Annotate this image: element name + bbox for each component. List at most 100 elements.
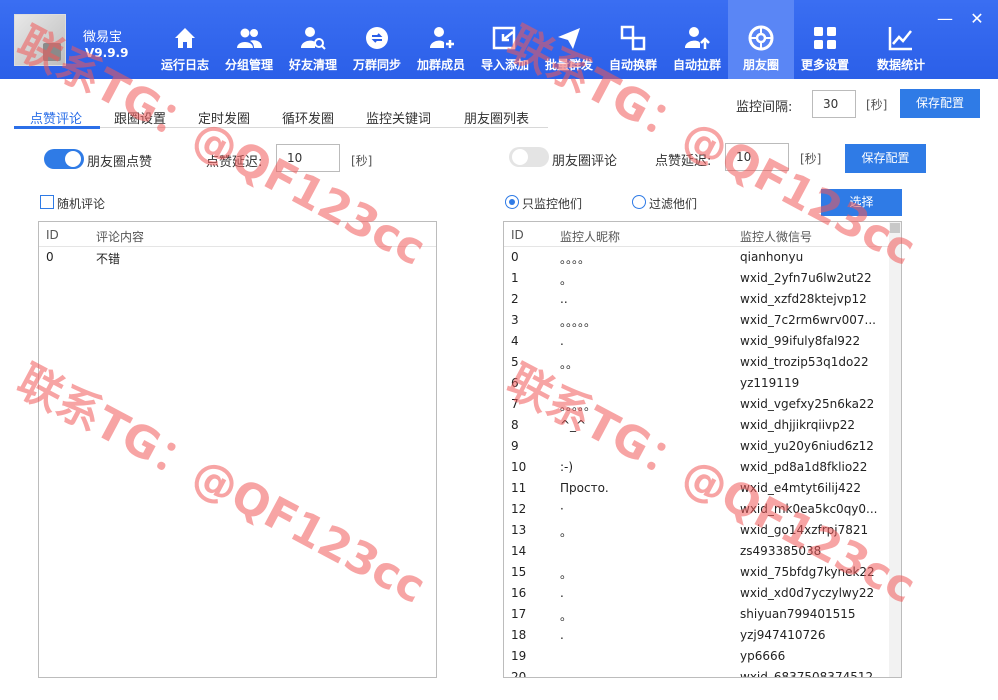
cell-id: 14 <box>511 544 527 558</box>
cell-wechat-id: wxid_dhjjikrqiivp22 <box>740 418 856 432</box>
cell-nickname: . <box>560 334 564 348</box>
tab-moments-list[interactable]: 朋友圈列表 <box>464 108 529 127</box>
like-toggle-label: 朋友圈点赞 <box>87 155 153 170</box>
random-comment-checkbox[interactable] <box>40 195 54 209</box>
nav-group-sync[interactable]: 万群同步 <box>344 0 410 79</box>
cell-nickname: 。 <box>560 567 573 581</box>
cell-wechat-id: wxid_vgefxy25n6ka22 <box>740 397 875 411</box>
cell-id: 16 <box>511 586 527 600</box>
cell-wechat-id: yp6666 <box>740 649 786 663</box>
table-row[interactable]: 14 zs493385038 <box>504 541 889 562</box>
app-logo <box>14 14 66 66</box>
nav-auto-switch-group[interactable]: 自动换群 <box>600 0 666 79</box>
toggle-knob <box>512 149 528 165</box>
table-row[interactable]: 3 。。。。。 wxid_7c2rm6wrv007... <box>504 310 889 331</box>
monitor-interval-input[interactable] <box>812 90 856 118</box>
cell-nickname: 。。。。。 <box>560 399 597 413</box>
cell-id: 0 <box>46 250 54 264</box>
tab-follow-moments[interactable]: 跟圈设置 <box>114 108 166 127</box>
cell-nickname: .. <box>560 292 568 306</box>
nav-import-add[interactable]: 导入添加 <box>472 0 538 79</box>
column-header-comment: 评论内容 <box>96 230 145 244</box>
scrollbar-thumb[interactable] <box>890 223 900 233</box>
cell-wechat-id: wxid_pd8a1d8fklio22 <box>740 460 868 474</box>
cell-wechat-id: wxid_xd0d7yczylwy22 <box>740 586 875 600</box>
table-row[interactable]: 1 。 wxid_2yfn7u6lw2ut22 <box>504 268 889 289</box>
cell-wechat-id: wxid_yu20y6niud6z12 <box>740 439 874 453</box>
cell-wechat-id: wxid_99ifuly8fal922 <box>740 334 861 348</box>
tab-scheduled-post[interactable]: 定时发圈 <box>198 108 250 127</box>
tab-like-comment[interactable]: 点赞评论 <box>30 108 82 127</box>
app-version: V9.9.9 <box>85 46 129 60</box>
nav-data-stats[interactable]: 数据统计 <box>866 0 936 79</box>
select-contacts-button[interactable]: 选择 <box>821 189 902 216</box>
cell-wechat-id: wxid_e4mtyt6ilij422 <box>740 481 861 495</box>
table-row[interactable]: 6 yz119119 <box>504 373 889 394</box>
table-row[interactable]: 19 yp6666 <box>504 646 889 667</box>
filter-radio[interactable] <box>632 195 646 209</box>
table-row[interactable]: 12 · wxid_mk0ea5kc0qy0... <box>504 499 889 520</box>
table-row[interactable]: 18. yzj947410726 <box>504 625 889 646</box>
cell-nickname: 。。。。。 <box>560 315 597 329</box>
cell-id: 1 <box>511 271 519 285</box>
nav-moments[interactable]: 朋友圈 <box>728 0 794 79</box>
monitor-interval-label: 监控间隔: <box>736 100 793 115</box>
table-row[interactable]: 7 。。。。。 wxid_vgefxy25n6ka22 <box>504 394 889 415</box>
table-row[interactable]: 17 。 shiyuan799401515 <box>504 604 889 625</box>
tab-loop-post[interactable]: 循环发圈 <box>282 108 334 127</box>
cell-nickname: 。 <box>560 273 573 287</box>
cell-id: 17 <box>511 607 527 621</box>
users-icon <box>237 28 262 48</box>
cell-wechat-id: wxid_xzfd28ktejvp12 <box>740 292 867 306</box>
comment-toggle[interactable] <box>509 147 549 167</box>
only-monitor-label: 只监控他们 <box>522 197 583 211</box>
nav-run-log[interactable]: 运行日志 <box>152 0 218 79</box>
table-row[interactable]: 2.. wxid_xzfd28ktejvp12 <box>504 289 889 310</box>
table-row[interactable]: 20 wxid_6837508374512 <box>504 667 889 678</box>
cell-wechat-id: wxid_6837508374512 <box>740 670 874 678</box>
like-delay-input[interactable] <box>276 144 340 172</box>
comment-toggle-label: 朋友圈评论 <box>552 154 618 169</box>
nav-more-settings[interactable]: 更多设置 <box>792 0 858 79</box>
close-button[interactable]: ✕ <box>968 10 986 28</box>
table-row[interactable]: 0 不错 <box>39 247 436 268</box>
table-row[interactable]: 11 Просто. wxid_e4mtyt6ilij422 <box>504 478 889 499</box>
cell-id: 19 <box>511 649 527 663</box>
table-row[interactable]: 5 。。 wxid_trozip53q1do22 <box>504 352 889 373</box>
table-row[interactable]: 4. wxid_99ifuly8fal922 <box>504 331 889 352</box>
table-row[interactable]: 9 wxid_yu20y6niud6z12 <box>504 436 889 457</box>
import-icon <box>492 26 516 50</box>
nav-auto-pull-group[interactable]: 自动拉群 <box>664 0 730 79</box>
settings-tabs: 点赞评论 跟圈设置 定时发圈 循环发圈 监控关键词 朋友圈列表 <box>14 108 548 129</box>
table-row[interactable]: 15 。 wxid_75bfdg7kynek22 <box>504 562 889 583</box>
save-comment-config-button[interactable]: 保存配置 <box>845 144 926 173</box>
cell-comment: 不错 <box>96 252 121 266</box>
minimize-button[interactable]: — <box>936 10 954 28</box>
nav-friend-clean[interactable]: 好友清理 <box>280 0 346 79</box>
table-row[interactable]: 10:-) wxid_pd8a1d8fklio22 <box>504 457 889 478</box>
monitor-table-scrollbar[interactable] <box>889 222 901 677</box>
only-monitor-radio[interactable] <box>505 195 519 209</box>
top-navigation-bar: 微易宝 V9.9.9 运行日志 分组管理 好友清理 万群同步 加群成员 导入添加… <box>0 0 998 79</box>
tab-monitor-keywords[interactable]: 监控关键词 <box>366 108 431 127</box>
monitor-interval-unit: [秒] <box>866 98 888 112</box>
comment-delay-input[interactable] <box>725 143 789 171</box>
table-row[interactable]: 13 。 wxid_go14xzfrpj7821 <box>504 520 889 541</box>
like-toggle[interactable] <box>44 149 84 169</box>
chart-icon <box>888 27 912 51</box>
cell-id: 4 <box>511 334 519 348</box>
cell-nickname: 。。。。 <box>560 252 591 266</box>
cell-nickname: 。 <box>560 609 573 623</box>
home-icon <box>175 28 195 48</box>
switch-icon <box>620 25 646 51</box>
cell-nickname: 。。 <box>560 357 579 371</box>
table-row[interactable]: 16. wxid_xd0d7yczylwy22 <box>504 583 889 604</box>
nav-add-group-members[interactable]: 加群成员 <box>408 0 474 79</box>
like-delay-label: 点赞延迟: <box>206 155 263 170</box>
nav-batch-send[interactable]: 批量群发 <box>536 0 602 79</box>
cell-nickname: . <box>560 628 564 642</box>
table-row[interactable]: 8 ^_^ wxid_dhjjikrqiivp22 <box>504 415 889 436</box>
nav-group-manage[interactable]: 分组管理 <box>216 0 282 79</box>
save-monitor-config-button[interactable]: 保存配置 <box>900 89 980 118</box>
table-row[interactable]: 0 。。。。 qianhonyu <box>504 247 889 268</box>
